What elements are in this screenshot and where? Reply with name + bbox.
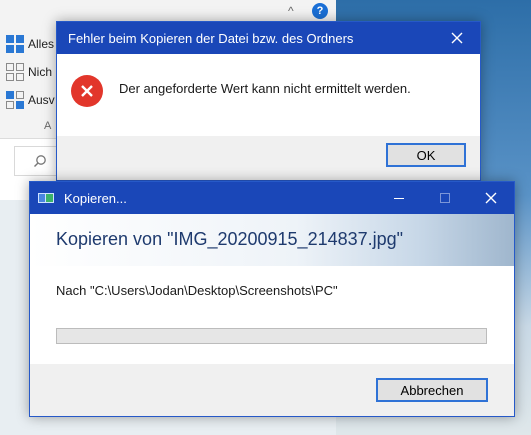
copy-dialog-title: Kopieren... [64, 190, 127, 206]
error-dialog-titlebar[interactable]: Fehler beim Kopieren der Datei bzw. des … [57, 22, 480, 54]
help-icon[interactable]: ? [312, 3, 328, 19]
ok-button[interactable]: OK [386, 143, 466, 167]
ribbon-select-none-button[interactable]: Nich [6, 63, 52, 81]
copy-heading: Kopieren von "IMG_20200915_214837.jpg" [56, 229, 404, 249]
error-icon [71, 75, 103, 107]
ribbon-select-all-button[interactable]: Alles [6, 35, 54, 53]
minimize-button[interactable] [376, 182, 422, 214]
ribbon-collapse-chevron-icon[interactable]: ^ [288, 4, 294, 18]
error-message: Der angeforderte Wert kann nicht ermitte… [119, 81, 411, 96]
progress-bar [56, 328, 487, 344]
copy-dialog: Kopieren... Kopieren von "IMG_20200915_2… [29, 181, 515, 417]
select-none-icon [6, 63, 24, 81]
invert-selection-icon [6, 91, 24, 109]
ribbon-item-label: Nich [28, 65, 53, 79]
error-dialog: Fehler beim Kopieren der Datei bzw. des … [56, 21, 481, 181]
ribbon-item-label: Ausv [28, 93, 55, 107]
select-all-icon [6, 35, 24, 53]
copy-app-icon [38, 192, 56, 204]
close-icon [485, 192, 497, 204]
maximize-button [422, 182, 468, 214]
copy-dialog-titlebar[interactable]: Kopieren... [30, 182, 514, 214]
close-icon[interactable] [434, 22, 480, 54]
maximize-icon [440, 193, 450, 203]
search-icon [34, 155, 46, 167]
screen: ^ ? Alles Nich Ausv A Fehler beim Kopier… [0, 0, 531, 435]
copy-header: Kopieren von "IMG_20200915_214837.jpg" [30, 214, 514, 266]
minimize-icon [394, 197, 404, 199]
ribbon-invert-selection-button[interactable]: Ausv [6, 91, 55, 109]
error-dialog-title: Fehler beim Kopieren der Datei bzw. des … [68, 30, 354, 46]
copy-body: Nach "C:\Users\Jodan\Desktop\Screenshots… [30, 266, 514, 364]
ribbon-group-label: A [44, 120, 52, 132]
copy-close-button[interactable] [468, 182, 514, 214]
cancel-button[interactable]: Abbrechen [376, 378, 488, 402]
ribbon-item-label: Alles [28, 37, 55, 51]
copy-destination: Nach "C:\Users\Jodan\Desktop\Screenshots… [56, 283, 338, 298]
error-dialog-body: Der angeforderte Wert kann nicht ermitte… [57, 54, 480, 136]
